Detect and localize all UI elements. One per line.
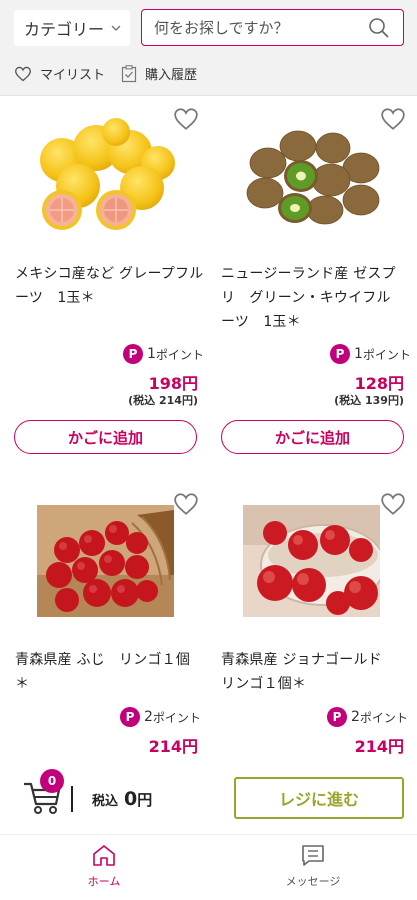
search-input[interactable] <box>154 18 354 37</box>
points-value: 1 <box>147 346 156 362</box>
points-info: P 1 ポイント <box>123 344 204 364</box>
product-price: 214円 <box>354 737 404 756</box>
product-name-line: 青森県産 ジョナゴールド <box>221 652 382 668</box>
cart-count-badge: 0 <box>40 769 64 793</box>
purchase-history-label: 購入履歴 <box>145 68 198 83</box>
points-suffix: ポイント <box>152 710 201 725</box>
product-price: 198円 <box>148 374 198 393</box>
tab-messages[interactable]: メッセージ <box>253 843 373 889</box>
product-name-line: メキシコ産など グレープフル <box>15 266 204 282</box>
product-name-line: ニュージーランド産 ゼスプ <box>221 266 396 282</box>
points-value: 1 <box>354 346 363 362</box>
header-links: マイリスト 購入履歴 <box>14 64 213 83</box>
points-suffix: ポイント <box>359 710 408 725</box>
clipboard-check-icon <box>121 64 137 82</box>
purchase-history-link[interactable]: 購入履歴 <box>121 64 197 83</box>
apple-fuji-image[interactable] <box>37 505 174 617</box>
tab-home[interactable]: ホーム <box>44 843 164 889</box>
header: カテゴリー マイリスト <box>0 0 417 96</box>
search-icon[interactable] <box>367 16 391 40</box>
search-bar[interactable] <box>141 9 404 46</box>
tab-label: メッセージ <box>285 875 341 888</box>
favorite-heart-icon[interactable] <box>380 107 406 131</box>
heart-icon <box>15 66 31 81</box>
add-to-cart-button[interactable]: かごに追加 <box>14 420 197 454</box>
mylist-link[interactable]: マイリスト <box>14 64 105 83</box>
cart-total-amount: 0 <box>124 788 138 810</box>
add-to-cart-button[interactable]: かごに追加 <box>221 420 404 454</box>
points-icon: P <box>123 344 143 364</box>
points-icon: P <box>330 344 350 364</box>
message-icon <box>302 845 324 866</box>
product-name[interactable]: 青森県産 ふじ リンゴ１個 ＊ <box>15 648 205 696</box>
points-icon: P <box>120 707 140 727</box>
product-name[interactable]: メキシコ産など グレープフル ーツ 1玉＊ <box>15 262 205 310</box>
points-icon: P <box>327 707 347 727</box>
cart-tax-label: 税込 <box>92 794 119 809</box>
product-name[interactable]: 青森県産 ジョナゴールド リンゴ１個＊ <box>221 648 411 696</box>
cart-yen: 円 <box>137 791 153 809</box>
divider <box>71 786 73 812</box>
points-value: 2 <box>351 709 360 725</box>
grapefruit-image[interactable] <box>34 118 179 233</box>
product-price: 128円 <box>354 374 404 393</box>
home-icon <box>93 845 115 866</box>
tax-included-price: (税込 214円) <box>128 394 198 407</box>
product-name-line: リ グリーン・キウイフル <box>221 290 391 306</box>
points-value: 2 <box>144 709 153 725</box>
checkout-button[interactable]: レジに進む <box>234 777 404 819</box>
favorite-heart-icon[interactable] <box>380 492 406 516</box>
kiwi-image[interactable] <box>243 128 383 226</box>
product-name[interactable]: ニュージーランド産 ゼスプ リ グリーン・キウイフル ーツ 1玉＊ <box>221 262 411 334</box>
category-label: カテゴリー <box>24 20 105 39</box>
category-dropdown[interactable]: カテゴリー <box>14 10 130 46</box>
product-name-line: 青森県産 ふじ リンゴ１個 <box>15 652 191 668</box>
points-info: P 2 ポイント <box>120 707 201 727</box>
apple-jonagold-image[interactable] <box>243 505 380 617</box>
product-name-line: ーツ 1玉＊ <box>221 314 301 330</box>
product-name-line: リンゴ１個＊ <box>221 676 307 692</box>
bottom-tab-bar: ホーム メッセージ <box>0 834 417 900</box>
product-name-line: ーツ 1玉＊ <box>15 290 95 306</box>
points-info: P 2 ポイント <box>327 707 408 727</box>
cart-bar: 0 税込 0 円 レジに進む <box>0 764 417 834</box>
points-info: P 1 ポイント <box>330 344 411 364</box>
product-name-line: ＊ <box>15 676 30 692</box>
chevron-down-icon <box>111 25 121 31</box>
favorite-heart-icon[interactable] <box>173 492 199 516</box>
points-suffix: ポイント <box>155 347 204 362</box>
app-screen: カテゴリー マイリスト <box>0 0 417 900</box>
cart-total: 税込 0 円 <box>92 788 152 810</box>
tax-included-price: (税込 139円) <box>334 394 404 407</box>
points-suffix: ポイント <box>362 347 411 362</box>
mylist-label: マイリスト <box>40 68 106 83</box>
tab-label: ホーム <box>87 875 121 888</box>
product-price: 214円 <box>148 737 198 756</box>
